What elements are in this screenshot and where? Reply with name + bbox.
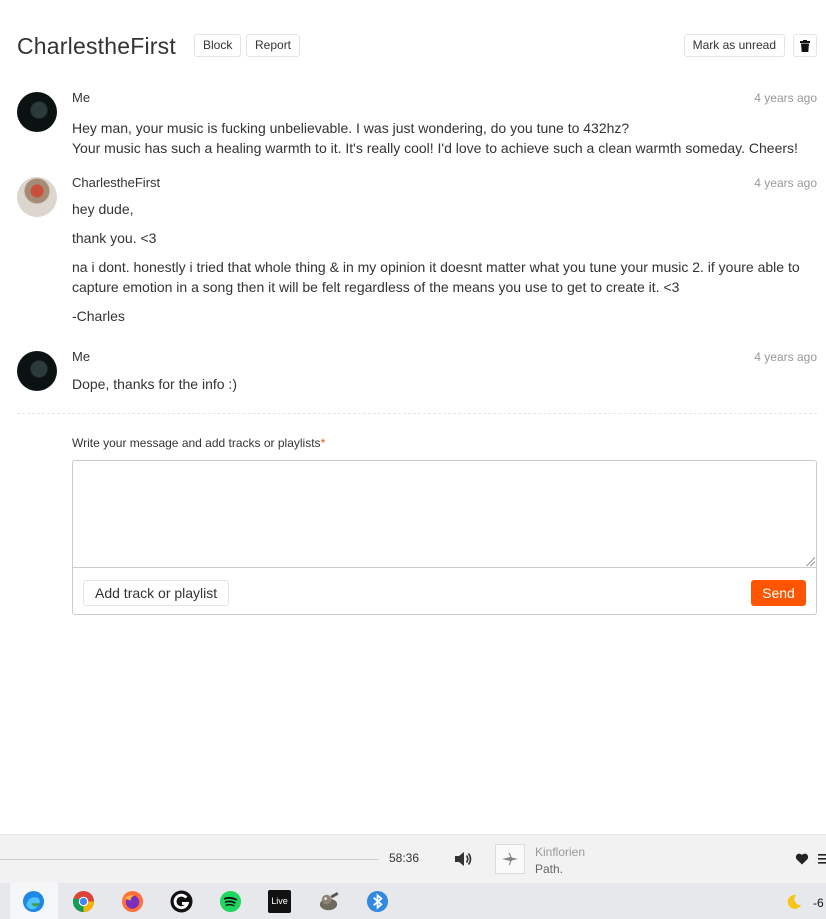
message-text: Hey man, your music is fucking unbelieva…	[72, 120, 630, 136]
send-button[interactable]: Send	[751, 580, 806, 606]
track-title[interactable]: Path.	[535, 862, 563, 876]
taskbar-g-app[interactable]	[158, 883, 206, 919]
os-taskbar: Live	[0, 883, 826, 919]
weather-moon-icon[interactable]	[786, 894, 802, 910]
required-mark: *	[320, 436, 326, 450]
add-track-or-playlist-button[interactable]: Add track or playlist	[83, 580, 230, 606]
conversation-title[interactable]: CharlestheFirst	[17, 32, 176, 60]
track-artist[interactable]: Kinflorien	[535, 845, 585, 859]
artwork-image	[502, 852, 518, 866]
message-text: na i dont. honestly i tried that whole t…	[72, 259, 800, 295]
message-author[interactable]: Me	[72, 349, 90, 364]
message-author[interactable]: Me	[72, 90, 90, 105]
message-item: Me 4 years ago Hey man, your music is fu…	[17, 88, 817, 158]
message-time: 4 years ago	[754, 91, 817, 105]
taskbar-ableton-live[interactable]: Live	[256, 883, 304, 919]
compose-label-text: Write your message and add tracks or pla…	[72, 436, 321, 450]
chrome-icon	[72, 890, 95, 913]
message-input[interactable]	[73, 461, 816, 568]
trash-icon	[800, 40, 810, 52]
edge-icon	[22, 890, 45, 913]
playback-progress-bar[interactable]	[0, 859, 378, 860]
avatar[interactable]	[17, 351, 57, 391]
taskbar-firefox[interactable]	[109, 883, 157, 919]
block-button[interactable]: Block	[194, 34, 242, 57]
mark-as-unread-button[interactable]: Mark as unread	[683, 34, 785, 57]
queue-icon[interactable]	[818, 853, 826, 865]
message-text: Your music has such a healing warmth to …	[72, 140, 798, 156]
volume-icon[interactable]	[453, 850, 473, 868]
live-label: Live	[271, 896, 288, 906]
compose-box: Add track or playlist Send	[72, 460, 817, 615]
bluetooth-app-icon	[366, 890, 389, 913]
resize-handle[interactable]	[805, 556, 815, 566]
message-text: Dope, thanks for the info :)	[72, 376, 237, 392]
taskbar-chrome[interactable]	[60, 883, 108, 919]
spotify-icon	[219, 890, 242, 913]
message-time: 4 years ago	[754, 176, 817, 190]
track-artwork[interactable]	[495, 844, 525, 874]
avatar[interactable]	[17, 177, 57, 217]
taskbar-bluetooth-app[interactable]	[354, 883, 402, 919]
message-text: -Charles	[72, 308, 125, 324]
heart-icon[interactable]	[795, 852, 809, 866]
gimp-icon	[319, 892, 339, 911]
message-author[interactable]: CharlestheFirst	[72, 175, 160, 190]
compose-label: Write your message and add tracks or pla…	[72, 434, 817, 452]
compose-form: Write your message and add tracks or pla…	[72, 434, 817, 615]
taskbar-gimp[interactable]	[305, 883, 353, 919]
taskbar-spotify[interactable]	[207, 883, 255, 919]
report-button[interactable]: Report	[246, 34, 301, 57]
delete-button[interactable]	[793, 34, 817, 57]
conversation-header: CharlestheFirst Block Report Mark as unr…	[17, 32, 817, 60]
taskbar-edge[interactable]	[10, 883, 58, 919]
message-item: CharlestheFirst 4 years ago hey dude, th…	[17, 173, 817, 326]
message-text: hey dude,	[72, 201, 134, 217]
ableton-live-icon: Live	[268, 890, 291, 913]
divider	[17, 413, 817, 414]
message-time: 4 years ago	[754, 350, 817, 364]
g-app-icon	[170, 890, 193, 913]
firefox-icon	[121, 890, 144, 913]
message-text: thank you. <3	[72, 230, 157, 246]
message-item: Me 4 years ago Dope, thanks for the info…	[17, 347, 817, 394]
avatar[interactable]	[17, 92, 57, 132]
player-bar: 58:36 Kinflorien Path.	[0, 834, 826, 883]
temperature[interactable]: -6	[813, 896, 824, 910]
track-duration: 58:36	[389, 851, 420, 865]
